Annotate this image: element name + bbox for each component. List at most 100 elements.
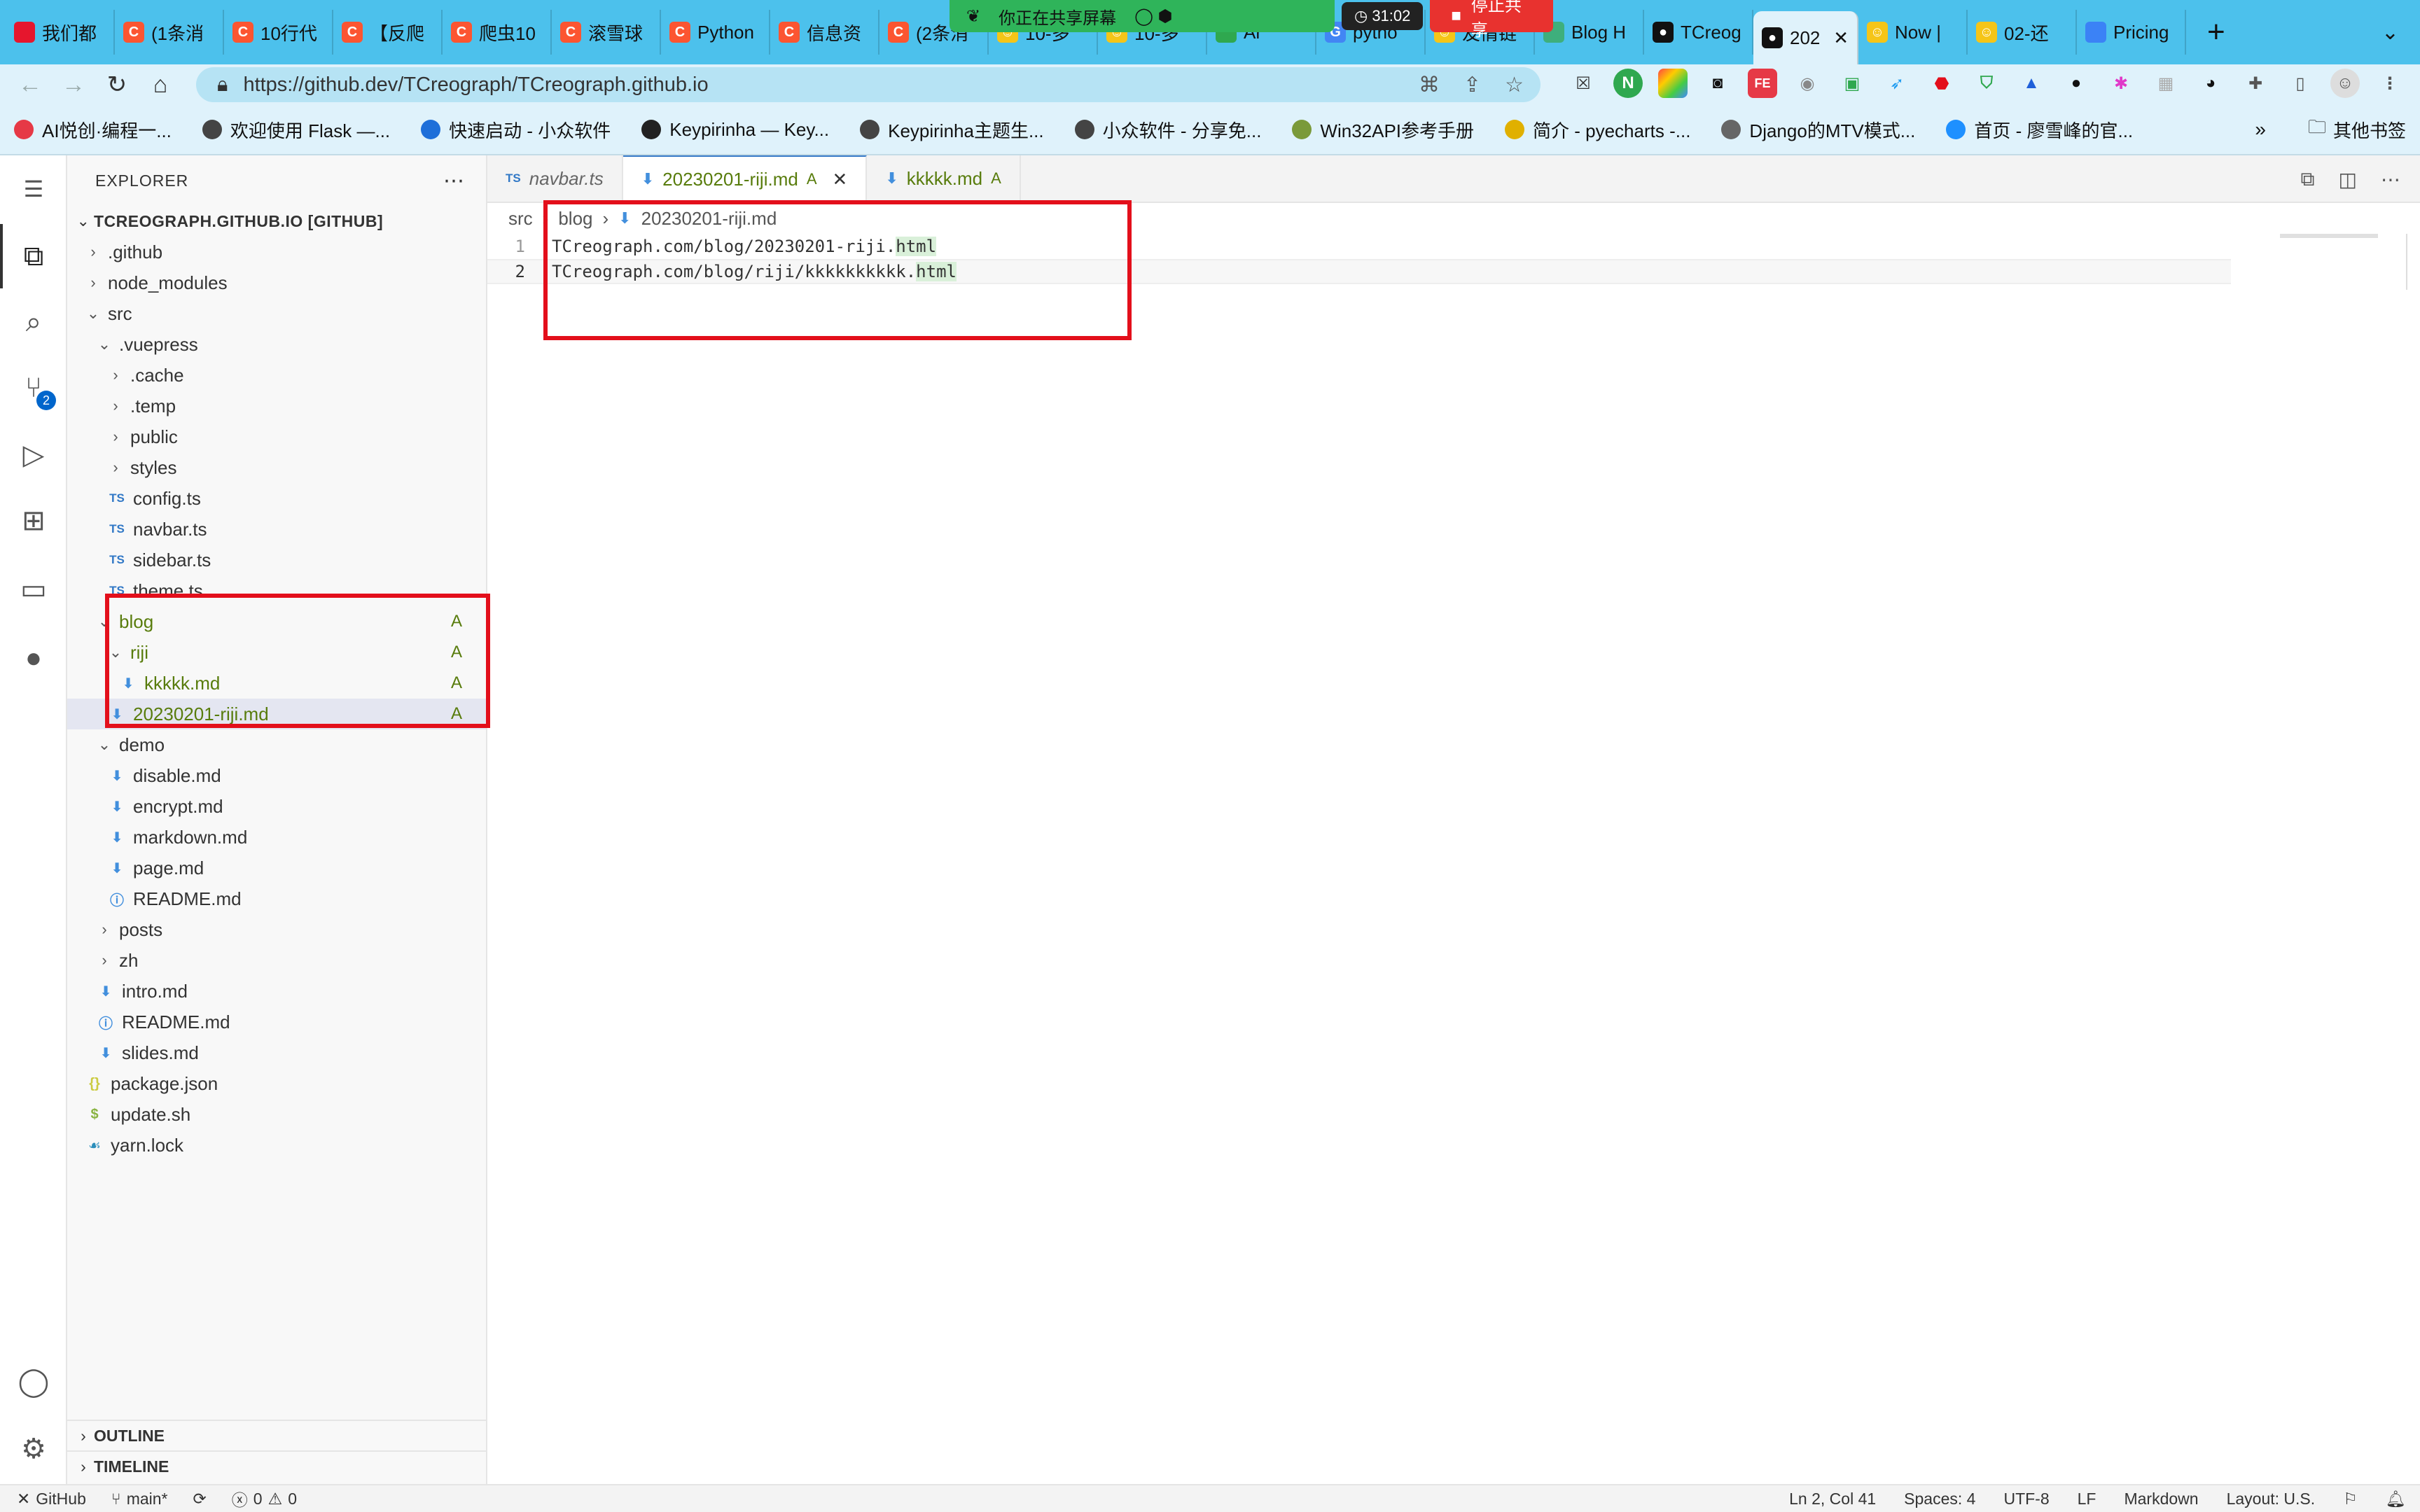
close-tab-icon[interactable]: ✕ [833,169,848,190]
menu-icon[interactable]: ☰ [15,171,52,207]
bookmark-item[interactable]: 小众软件 - 分享免... [1074,117,1261,143]
other-bookmarks-folder[interactable]: 🗀︎ 其他书签 [2308,114,2406,145]
bird-extension-icon[interactable]: ➶ [1882,69,1912,98]
search-icon[interactable]: ⌕ [15,304,52,340]
mask-extension-icon[interactable]: ◙ [1703,69,1732,98]
tree-folder[interactable]: › .cache [67,360,486,391]
tree-folder[interactable]: › posts [67,914,486,945]
account-icon[interactable]: ◯ [15,1364,52,1400]
n-extension-icon[interactable]: N [1613,69,1643,98]
tree-file[interactable]: TS sidebar.ts [67,545,486,575]
browser-tab[interactable]: Pricing [2077,10,2186,55]
cursor-position[interactable]: Ln 2, Col 41 [1789,1490,1876,1508]
bookmark-item[interactable]: Django的MTV模式... [1721,117,1915,143]
github-icon[interactable]: ● [15,640,52,676]
end-of-line[interactable]: LF [2078,1490,2096,1508]
tree-file[interactable]: ⓘ README.md [67,883,486,914]
editor-scrollbar[interactable] [2406,234,2420,290]
close-tab-icon[interactable]: ✕ [1833,27,1849,49]
bookmark-item[interactable]: 简介 - pyecharts -... [1505,117,1690,143]
grid-extension-icon[interactable]: ▦ [2151,69,2181,98]
home-button[interactable]: ⌂ [139,71,182,99]
back-button[interactable]: ← [8,71,52,99]
tree-folder[interactable]: › .github [67,237,486,267]
bookmark-item[interactable]: 欢迎使用 Flask —... [202,117,390,143]
tree-folder[interactable]: ⌄ demo [67,729,486,760]
sidepanel-icon[interactable]: ▯ [2286,69,2315,98]
remote-explorer-icon[interactable]: ▭ [15,571,52,608]
tree-file[interactable]: $ update.sh [67,1099,486,1130]
minimap[interactable] [2280,234,2378,238]
browser-tab[interactable]: C 滚雪球 [552,10,661,55]
reload-button[interactable]: ↻ [95,71,139,99]
tree-file[interactable]: ⬇ page.md [67,853,486,883]
tree-folder[interactable]: › zh [67,945,486,976]
tree-file[interactable]: TS config.ts [67,483,486,514]
browser-tab[interactable]: ☺ Now | [1858,10,1968,55]
settings-gear-icon[interactable]: ⚙ [15,1431,52,1467]
tree-folder[interactable]: › node_modules [67,267,486,298]
browser-menu-icon[interactable]: ⋮ [2375,69,2405,98]
remote-indicator[interactable]: ✕ GitHub [17,1490,86,1508]
tree-file[interactable]: TS navbar.ts [67,514,486,545]
profile-avatar[interactable]: ☺ [2330,69,2360,98]
editor-tab[interactable]: ⬇ 20230201-riji.md A ✕ [623,155,868,202]
editor-tab[interactable]: ⬇ kkkkk.md A [867,155,1021,202]
tree-file[interactable]: ⓘ README.md [67,1007,486,1037]
bookmarks-overflow-button[interactable]: » [2255,118,2266,141]
share-icon[interactable]: ⇪ [1463,73,1481,97]
bookmark-item[interactable]: Keypirinha — Key... [641,119,829,141]
fe-extension-icon[interactable]: FE [1748,69,1777,98]
branch-indicator[interactable]: ⑂ main* [111,1490,168,1508]
triangle-extension-icon[interactable]: ▲ [2017,69,2046,98]
tree-file[interactable]: ☙ yarn.lock [67,1130,486,1161]
x-extension-icon[interactable]: ☒ [1569,69,1598,98]
tree-file[interactable]: ⬇ disable.md [67,760,486,791]
camera-extension-icon[interactable]: ◉ [1793,69,1822,98]
forward-button[interactable]: → [52,71,95,99]
tree-file[interactable]: {} package.json [67,1068,486,1099]
browser-tab[interactable]: ● 202 ✕ [1753,11,1858,64]
workspace-root[interactable]: ⌄ TCREOGRAPH.GITHUB.IO [GITHUB] [67,206,486,237]
tree-file[interactable]: ⬇ slides.md [67,1037,486,1068]
explorer-more-actions-icon[interactable]: ⋯ [443,169,465,193]
feedback-icon[interactable]: ⚐ [2343,1490,2358,1508]
browser-tab[interactable]: C 【反爬 [333,10,443,55]
source-control-icon[interactable]: ⑂ 2 [15,370,56,410]
bookmark-item[interactable]: 快速启动 - 小众软件 [421,117,611,143]
language-mode[interactable]: Markdown [2124,1490,2198,1508]
browser-tab[interactable]: C 10行代 [224,10,333,55]
palette-extension-icon[interactable] [1658,69,1688,98]
browser-tab[interactable]: ● TCreog [1644,10,1753,55]
shield-extension-icon[interactable]: ⛉ [1972,69,2001,98]
github-extension-icon[interactable]: ● [2061,69,2091,98]
open-preview-icon[interactable]: ⧉ [2301,168,2315,191]
browser-tab[interactable]: C (1条消 [115,10,224,55]
sync-button[interactable]: ⟳ [193,1490,207,1508]
browser-tab[interactable]: 我们都 [6,10,115,55]
tree-file[interactable]: ⬇ intro.md [67,976,486,1007]
split-editor-icon[interactable]: ◫ [2339,168,2357,191]
browser-tab[interactable]: C 爬虫10 [443,10,552,55]
bookmark-item[interactable]: Win32API参考手册 [1292,117,1474,143]
keyboard-layout[interactable]: Layout: U.S. [2227,1490,2316,1508]
problems-indicator[interactable]: ⓧ 0 ⚠ 0 [232,1487,297,1511]
indentation[interactable]: Spaces: 4 [1904,1490,1975,1508]
tree-file[interactable]: ⬇ encrypt.md [67,791,486,822]
tab-search-icon[interactable]: ⌄ [2381,20,2399,45]
browser-tab[interactable]: ☺ 02-还 [1968,10,2077,55]
translate-icon[interactable]: ⌘ [1419,73,1440,97]
tree-file[interactable]: ⬇ markdown.md [67,822,486,853]
bookmark-item[interactable]: Keypirinha主题生... [860,117,1044,143]
encoding[interactable]: UTF-8 [2003,1490,2049,1508]
timeline-section[interactable]: › TIMELINE [67,1450,487,1481]
bookmark-item[interactable]: 首页 - 廖雪峰的官... [1946,117,2133,143]
asterisk-extension-icon[interactable]: ✱ [2106,69,2136,98]
browser-tab[interactable]: C Python [661,10,770,55]
tree-folder[interactable]: › .temp [67,391,486,421]
editor-more-icon[interactable]: ⋯ [2381,168,2400,191]
tree-folder[interactable]: ⌄ src [67,298,486,329]
tree-folder[interactable]: ⌄ .vuepress [67,329,486,360]
stop-sharing-button[interactable]: ■ 停止共享 [1430,0,1554,40]
notifications-bell-icon[interactable]: 🔔︎ [2386,1490,2406,1508]
